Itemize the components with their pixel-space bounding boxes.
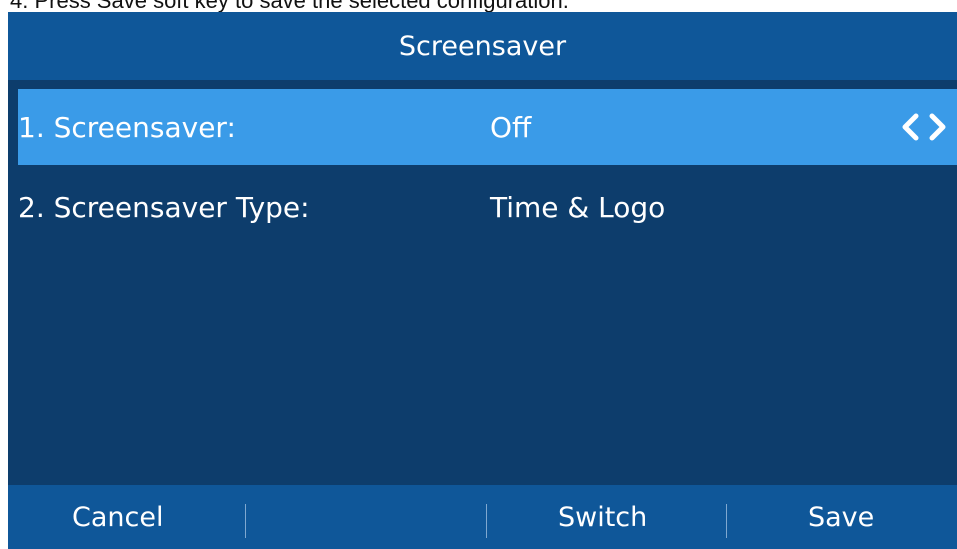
setting-label-screensaver-type: 2. Screensaver Type: <box>18 190 310 224</box>
save-softkey[interactable]: Save <box>808 485 874 549</box>
softkey-divider <box>245 504 246 538</box>
softkey-divider <box>486 504 487 538</box>
setting-value-screensaver[interactable]: Off <box>490 111 531 144</box>
setting-label-screensaver: 1. Screensaver: <box>18 110 236 144</box>
setting-row-screensaver-type[interactable]: 2. Screensaver Type: Time & Logo <box>18 169 957 245</box>
screen-title: Screensaver <box>398 30 567 62</box>
chevron-right-icon[interactable] <box>927 112 949 142</box>
switch-softkey[interactable]: Switch <box>558 485 647 549</box>
cancel-softkey[interactable]: Cancel <box>72 485 163 549</box>
phone-screen: Screensaver 1. Screensaver: Off 2. Scree… <box>8 12 957 549</box>
setting-value-screensaver-type[interactable]: Time & Logo <box>490 191 665 224</box>
setting-row-screensaver[interactable]: 1. Screensaver: Off <box>18 89 957 165</box>
document-caption: 4. Press Save soft key to save the selec… <box>10 0 950 12</box>
chevron-left-icon[interactable] <box>899 112 921 142</box>
title-bar: Screensaver <box>8 12 957 80</box>
value-switch-arrows <box>899 112 949 142</box>
softkey-divider <box>726 504 727 538</box>
softkey-bar: Cancel Switch Save <box>8 485 957 549</box>
